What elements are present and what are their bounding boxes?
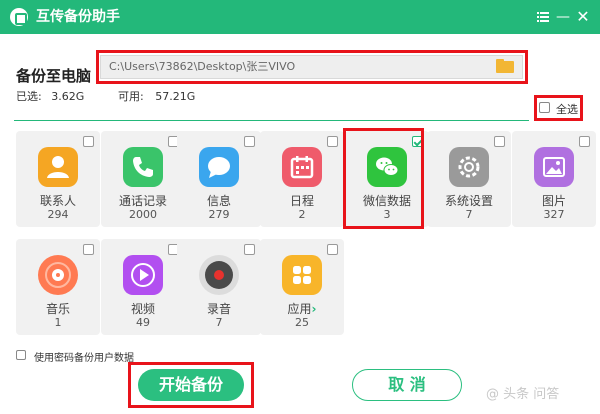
category-tile-messages[interactable]: 信息 279 — [177, 131, 261, 227]
settings-icon — [449, 147, 489, 187]
category-tile-system-settings[interactable]: 系统设置 7 — [427, 131, 511, 227]
tile-checkbox[interactable] — [83, 244, 94, 255]
tile-count: 7 — [215, 316, 223, 329]
tile-name: 录音 — [206, 302, 231, 316]
password-backup-box[interactable] — [16, 350, 26, 360]
category-tile-music[interactable]: 音乐 1 — [16, 239, 100, 335]
message-icon — [199, 147, 239, 187]
tile-name: 微信数据 — [362, 194, 411, 208]
tile-checkbox[interactable] — [83, 136, 94, 147]
phone-icon — [123, 147, 163, 187]
video-icon — [123, 255, 163, 295]
tile-count: 279 — [208, 208, 230, 221]
tile-count: 1 — [54, 316, 62, 329]
tile-name: 视频 — [130, 302, 155, 316]
category-tile-call-log[interactable]: 通话记录 2000 — [101, 131, 185, 227]
select-all-box[interactable] — [539, 102, 550, 113]
tile-name: 图片 — [541, 194, 566, 208]
wechat-icon — [367, 147, 407, 187]
used-space-label: 已选: — [16, 90, 42, 103]
tile-name: 信息 — [206, 194, 231, 208]
tile-checkbox[interactable] — [327, 136, 338, 147]
category-tile-contacts[interactable]: 联系人 294 — [16, 131, 100, 227]
apps-icon — [282, 255, 322, 295]
tile-name: 日程 — [289, 194, 314, 208]
backup-path-field[interactable]: C:\Users\73862\Desktop\张三VIVO — [100, 55, 523, 79]
tile-count: 49 — [136, 316, 150, 329]
chevron-right-icon[interactable]: › — [312, 302, 317, 316]
tile-name: 音乐 — [45, 302, 70, 316]
used-space-value: 3.62G — [51, 90, 85, 103]
tile-name: 通话记录 — [118, 194, 167, 208]
tile-count: 2 — [298, 208, 306, 221]
password-backup-label: 使用密码备份用户数据 — [34, 353, 134, 364]
start-backup-button[interactable]: 开始备份 — [138, 369, 244, 401]
used-space: 已选: 3.62G — [16, 88, 84, 104]
tile-checkbox-checked[interactable] — [412, 136, 423, 147]
tile-count: 25 — [295, 316, 309, 329]
menu-icon[interactable] — [533, 6, 553, 28]
close-button[interactable]: ✕ — [573, 6, 593, 28]
tile-name-text: 应用 — [287, 302, 312, 316]
tile-count: 327 — [543, 208, 565, 221]
tile-name: 系统设置 — [444, 194, 493, 208]
cancel-button[interactable]: 取 消 — [352, 369, 462, 401]
tile-checkbox[interactable] — [244, 136, 255, 147]
category-tile-apps[interactable]: 应用› 25 — [260, 239, 344, 335]
recorder-icon — [199, 255, 239, 295]
calendar-icon — [282, 147, 322, 187]
select-all-label: 全选 — [556, 103, 578, 116]
tile-checkbox[interactable] — [327, 244, 338, 255]
tile-name: 应用› — [260, 300, 344, 317]
free-space-value: 57.21G — [155, 90, 196, 103]
title-bar: 互传备份助手 — ✕ — [0, 0, 600, 34]
tile-count: 294 — [47, 208, 69, 221]
category-tile-recorder[interactable]: 录音 7 — [177, 239, 261, 335]
tile-count: 2000 — [129, 208, 157, 221]
backup-target-label: 备份至电脑 — [16, 67, 92, 85]
category-tile-pictures[interactable]: 图片 327 — [512, 131, 596, 227]
pictures-icon — [534, 147, 574, 187]
minimize-button[interactable]: — — [553, 6, 573, 28]
free-space-label: 可用: — [118, 90, 144, 103]
music-icon — [38, 255, 78, 295]
folder-icon[interactable] — [493, 57, 519, 77]
watermark: @ 头条 问答 — [486, 387, 560, 402]
app-logo-icon — [10, 8, 28, 26]
category-tile-calendar[interactable]: 日程 2 — [260, 131, 344, 227]
tile-name: 联系人 — [39, 194, 76, 208]
category-tile-video[interactable]: 视频 49 — [101, 239, 185, 335]
window-title: 互传备份助手 — [36, 9, 120, 25]
tile-count: 3 — [383, 208, 391, 221]
divider — [14, 120, 529, 121]
tile-checkbox[interactable] — [244, 244, 255, 255]
free-space: 可用: 57.21G — [118, 88, 195, 104]
tile-checkbox[interactable] — [579, 136, 590, 147]
tile-count: 7 — [465, 208, 473, 221]
contacts-icon — [38, 147, 78, 187]
tile-checkbox[interactable] — [494, 136, 505, 147]
category-tile-wechat[interactable]: 微信数据 3 — [345, 131, 429, 227]
